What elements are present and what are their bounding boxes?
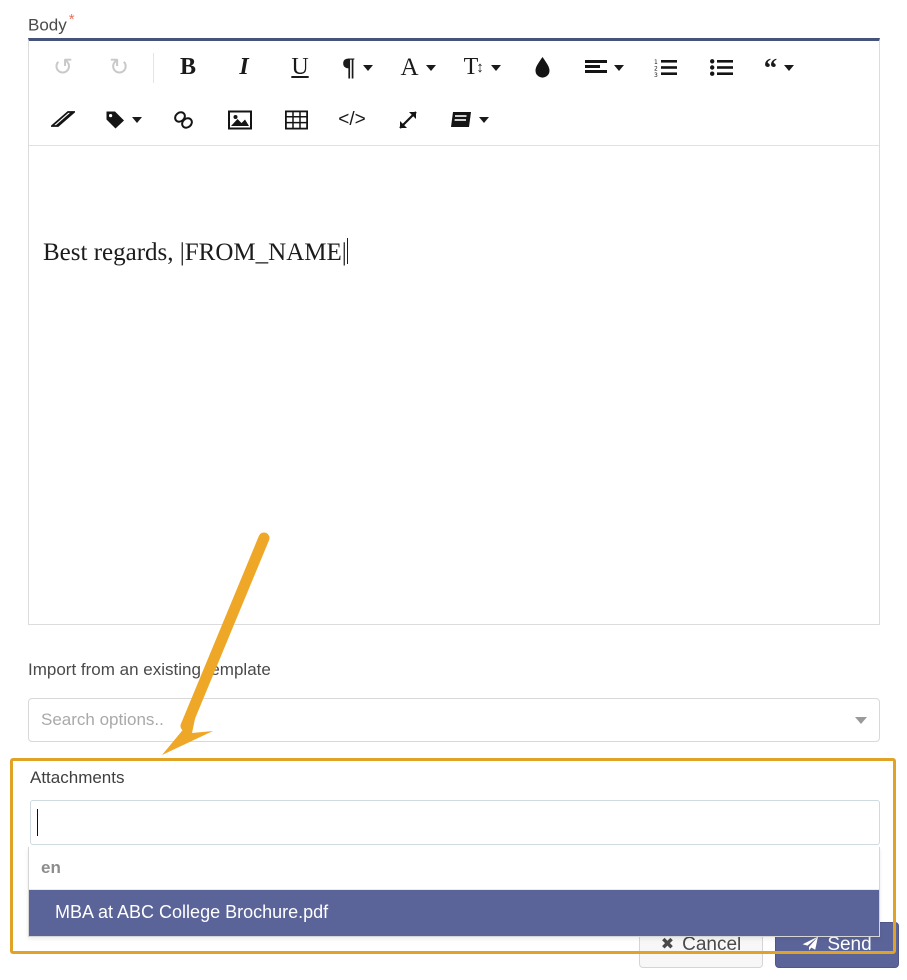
template-import-select[interactable]: Search options.. bbox=[28, 698, 880, 742]
fullscreen-icon[interactable] bbox=[390, 98, 426, 142]
body-field-label: Body * bbox=[0, 0, 907, 38]
template-import-placeholder: Search options.. bbox=[41, 710, 164, 729]
code-view-icon[interactable]: </> bbox=[334, 98, 370, 142]
editor-body-text: Best regards, |FROM_NAME| bbox=[43, 238, 348, 266]
chevron-down-icon bbox=[855, 716, 867, 724]
attachments-dropdown: en MBA at ABC College Brochure.pdf bbox=[28, 847, 880, 937]
body-label-text: Body bbox=[28, 15, 67, 35]
cancel-button-label: Cancel bbox=[682, 934, 742, 955]
attachments-search-input[interactable] bbox=[30, 800, 880, 845]
paragraph-format-icon[interactable]: ¶ bbox=[338, 46, 377, 90]
font-family-icon[interactable]: A bbox=[397, 46, 440, 90]
required-asterisk: * bbox=[68, 11, 75, 28]
editor-toolbar-row-2: </> bbox=[29, 94, 879, 146]
table-icon[interactable] bbox=[278, 98, 314, 142]
attachments-option[interactable]: MBA at ABC College Brochure.pdf bbox=[29, 890, 879, 936]
image-icon[interactable] bbox=[222, 98, 258, 142]
editor-toolbar-row-1: ↺ ↻ B I U ¶ A T ↕ 1 2 3 “ bbox=[29, 41, 879, 94]
text-color-icon[interactable] bbox=[525, 46, 561, 90]
underline-icon[interactable]: U bbox=[282, 46, 318, 90]
tag-icon[interactable] bbox=[101, 98, 146, 142]
bold-icon[interactable]: B bbox=[170, 46, 206, 90]
attachments-group-header: en bbox=[29, 847, 879, 890]
text-cursor bbox=[37, 809, 38, 836]
snippets-icon[interactable] bbox=[446, 98, 493, 142]
svg-text:3: 3 bbox=[654, 72, 658, 77]
link-icon[interactable] bbox=[166, 98, 202, 142]
italic-icon[interactable]: I bbox=[226, 46, 262, 90]
unordered-list-icon[interactable] bbox=[704, 46, 740, 90]
quote-icon[interactable]: “ bbox=[760, 46, 799, 90]
send-button-label: Send bbox=[827, 934, 872, 955]
align-icon[interactable] bbox=[581, 46, 628, 90]
font-size-icon[interactable]: T ↕ bbox=[460, 46, 505, 90]
rich-text-editor: ↺ ↻ B I U ¶ A T ↕ 1 2 3 “ </> Best regar… bbox=[28, 38, 880, 625]
toolbar-divider bbox=[153, 52, 154, 83]
template-import-label: Import from an existing template bbox=[28, 660, 271, 679]
undo-icon[interactable]: ↺ bbox=[45, 46, 81, 90]
close-icon: ✖ bbox=[660, 936, 675, 953]
redo-icon[interactable]: ↻ bbox=[101, 46, 137, 90]
editor-content-area[interactable]: Best regards, |FROM_NAME| bbox=[29, 146, 879, 624]
ordered-list-icon[interactable]: 1 2 3 bbox=[648, 46, 684, 90]
clear-formatting-icon[interactable] bbox=[45, 98, 81, 142]
attachments-label: Attachments bbox=[30, 768, 125, 787]
paper-plane-icon bbox=[802, 936, 819, 955]
editor-text-cursor bbox=[346, 238, 348, 264]
